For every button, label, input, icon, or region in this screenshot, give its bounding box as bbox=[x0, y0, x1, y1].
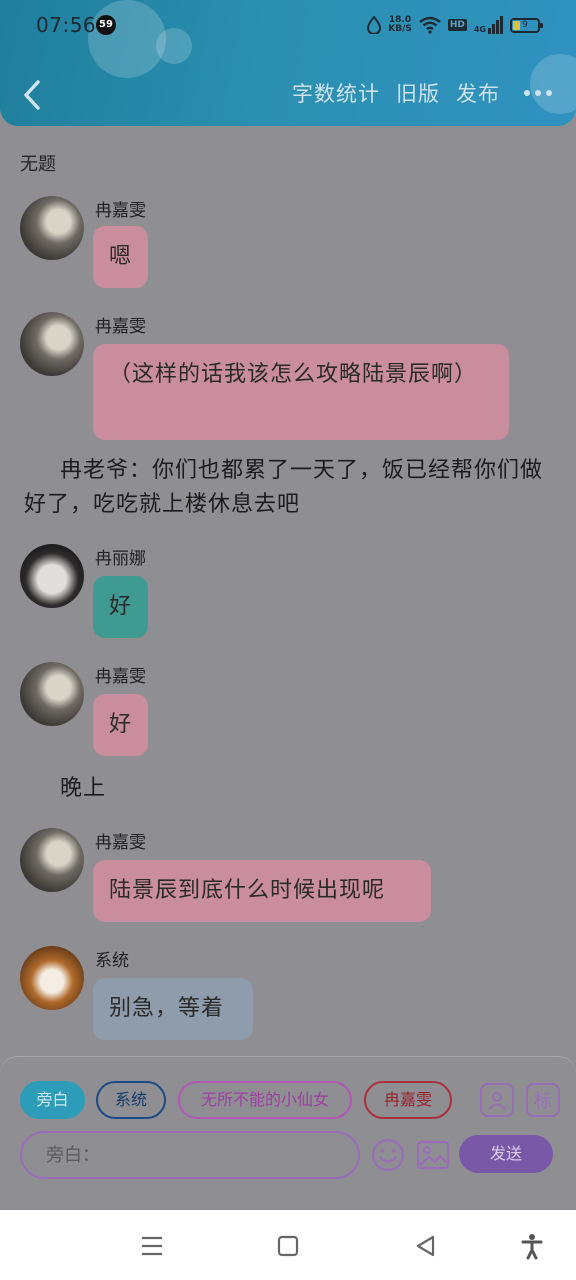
app-header: 07:56 59 18.0 KB/S HD 4G 9 字数统计 旧版 发布 bbox=[0, 0, 576, 126]
narration-text[interactable]: 冉老爷：你们也都累了一天了，饭已经帮你们做好了，吃吃就上楼休息去吧 bbox=[24, 454, 554, 522]
chevron-left-icon bbox=[24, 80, 40, 110]
data-saver-icon bbox=[367, 16, 382, 34]
role-chip-fairy[interactable]: 无所不能的小仙女 bbox=[178, 1081, 352, 1119]
avatar[interactable] bbox=[20, 946, 84, 1010]
more-button[interactable] bbox=[524, 90, 552, 96]
status-time: 07:56 bbox=[36, 13, 97, 37]
hd-icon: HD bbox=[447, 19, 467, 31]
menu-icon bbox=[142, 1236, 162, 1256]
menu-nav-button[interactable] bbox=[138, 1232, 166, 1260]
triangle-back-icon bbox=[416, 1235, 435, 1257]
character-button[interactable] bbox=[480, 1083, 514, 1117]
chat-message: 冉嘉雯 嗯 bbox=[20, 196, 320, 296]
chat-title: 无题 bbox=[20, 154, 56, 175]
battery-icon: 9 bbox=[510, 17, 543, 33]
message-sender: 冉嘉雯 bbox=[95, 317, 146, 337]
message-bubble[interactable]: 别急，等着 bbox=[93, 978, 253, 1040]
chat-message: 冉嘉雯 （这样的话我该怎么攻略陆景辰啊） bbox=[20, 312, 520, 442]
role-chip-system[interactable]: 系统 bbox=[96, 1081, 166, 1119]
cell-signal-icon: 4G bbox=[474, 16, 503, 34]
person-icon bbox=[488, 1092, 506, 1110]
emoji-button[interactable] bbox=[370, 1137, 406, 1173]
more-dot-icon bbox=[524, 90, 530, 96]
notification-badge: 59 bbox=[96, 15, 116, 35]
role-chip-narrator[interactable]: 旁白 bbox=[20, 1081, 85, 1119]
system-navigation-bar bbox=[0, 1210, 576, 1280]
back-button[interactable] bbox=[18, 76, 48, 114]
chat-message: 冉嘉雯 好 bbox=[20, 662, 320, 762]
net-speed-unit: KB/S bbox=[388, 24, 412, 34]
narration-text[interactable]: 晚上 bbox=[60, 772, 260, 806]
image-button[interactable] bbox=[415, 1137, 451, 1173]
message-sender: 冉嘉雯 bbox=[95, 833, 146, 853]
chat-message: 系统 别急，等着 bbox=[20, 946, 320, 1046]
home-square-icon bbox=[277, 1235, 299, 1257]
message-sender: 冉丽娜 bbox=[95, 549, 146, 569]
more-dot-icon bbox=[546, 90, 552, 96]
message-bubble[interactable]: （这样的话我该怎么攻略陆景辰啊） bbox=[93, 344, 509, 440]
avatar[interactable] bbox=[20, 544, 84, 608]
accessibility-icon bbox=[521, 1234, 543, 1260]
battery-level: 9 bbox=[522, 19, 528, 30]
publish-button[interactable]: 发布 bbox=[456, 78, 500, 108]
home-nav-button[interactable] bbox=[274, 1232, 302, 1260]
header-actions: 字数统计 旧版 发布 bbox=[292, 78, 552, 108]
back-nav-button[interactable] bbox=[412, 1232, 440, 1260]
message-sender: 冉嘉雯 bbox=[95, 667, 146, 687]
mark-button[interactable]: 标 bbox=[526, 1083, 560, 1117]
role-chip-ran-jiawen[interactable]: 冉嘉雯 bbox=[364, 1081, 452, 1119]
message-bubble[interactable]: 嗯 bbox=[93, 226, 149, 288]
accessibility-nav-button[interactable] bbox=[518, 1232, 546, 1260]
message-sender: 系统 bbox=[95, 951, 129, 971]
message-sender: 冉嘉雯 bbox=[95, 201, 146, 221]
image-icon bbox=[416, 1140, 450, 1170]
avatar[interactable] bbox=[20, 828, 84, 892]
wifi-icon bbox=[419, 16, 441, 34]
avatar[interactable] bbox=[20, 662, 84, 726]
avatar[interactable] bbox=[20, 196, 84, 260]
status-icons: 18.0 KB/S HD 4G 9 bbox=[367, 12, 543, 38]
message-bubble[interactable]: 好 bbox=[93, 576, 149, 638]
chat-message: 冉嘉雯 陆景辰到底什么时候出现呢 bbox=[20, 828, 440, 928]
avatar[interactable] bbox=[20, 312, 84, 376]
message-input[interactable] bbox=[20, 1131, 360, 1179]
word-count-button[interactable]: 字数统计 bbox=[292, 78, 380, 108]
status-bar: 07:56 59 18.0 KB/S HD 4G 9 bbox=[0, 0, 576, 50]
smiley-icon bbox=[371, 1138, 405, 1172]
input-panel: 旁白 系统 无所不能的小仙女 冉嘉雯 标 发送 bbox=[0, 1056, 576, 1210]
send-button[interactable]: 发送 bbox=[459, 1135, 553, 1173]
more-dot-icon bbox=[535, 90, 541, 96]
message-bubble[interactable]: 陆景辰到底什么时候出现呢 bbox=[93, 860, 431, 922]
chat-message: 冉丽娜 好 bbox=[20, 544, 320, 644]
signal-type: 4G bbox=[473, 25, 486, 34]
message-bubble[interactable]: 好 bbox=[93, 694, 149, 756]
net-speed: 18.0 KB/S bbox=[388, 16, 412, 34]
old-version-button[interactable]: 旧版 bbox=[396, 78, 440, 108]
